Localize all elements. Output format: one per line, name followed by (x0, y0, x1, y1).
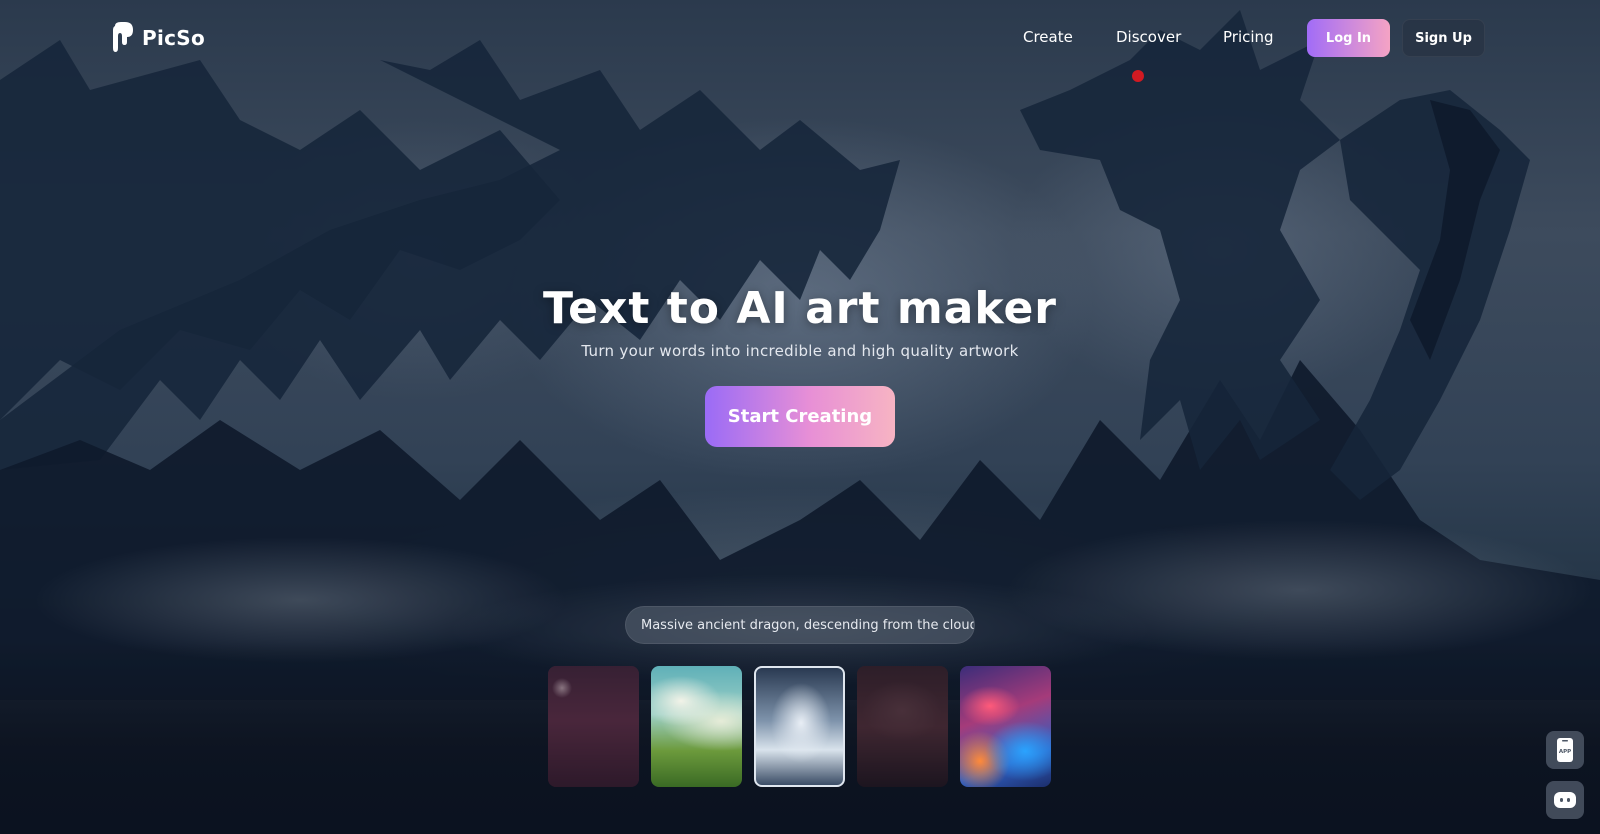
hero-title: Text to AI art maker (543, 283, 1057, 334)
thumbnail-crowd-hall[interactable] (857, 666, 948, 787)
site-header: PicSo Create Discover Pricing Log In Sig… (0, 0, 1600, 76)
thumbnail-dragon-clouds[interactable] (754, 666, 845, 787)
app-download-button[interactable]: APP (1546, 731, 1584, 769)
prompt-display: Massive ancient dragon, descending from … (625, 606, 975, 644)
nav-discover-link[interactable]: Discover (1116, 28, 1181, 46)
sample-thumbnails (548, 666, 1051, 787)
phone-app-icon: APP (1557, 738, 1573, 762)
brand-name: PicSo (142, 26, 206, 50)
thumbnail-gothic-interior[interactable] (548, 666, 639, 787)
bot-icon (1554, 792, 1576, 808)
hero-subtitle: Turn your words into incredible and high… (581, 342, 1019, 360)
thumbnail-abstract-colors[interactable] (960, 666, 1051, 787)
brand-logo[interactable]: PicSo (112, 22, 205, 54)
login-button[interactable]: Log In (1307, 19, 1390, 57)
nav-create-link[interactable]: Create (1023, 28, 1073, 46)
thumbnail-green-landscape[interactable] (651, 666, 742, 787)
picso-logo-icon (113, 22, 133, 52)
chat-bot-button[interactable] (1546, 781, 1584, 819)
start-creating-button[interactable]: Start Creating (705, 386, 895, 447)
signup-button[interactable]: Sign Up (1402, 19, 1485, 57)
app-label: APP (1559, 749, 1571, 755)
prompt-text: Massive ancient dragon, descending from … (641, 617, 975, 633)
nav-pricing-link[interactable]: Pricing (1223, 28, 1274, 46)
